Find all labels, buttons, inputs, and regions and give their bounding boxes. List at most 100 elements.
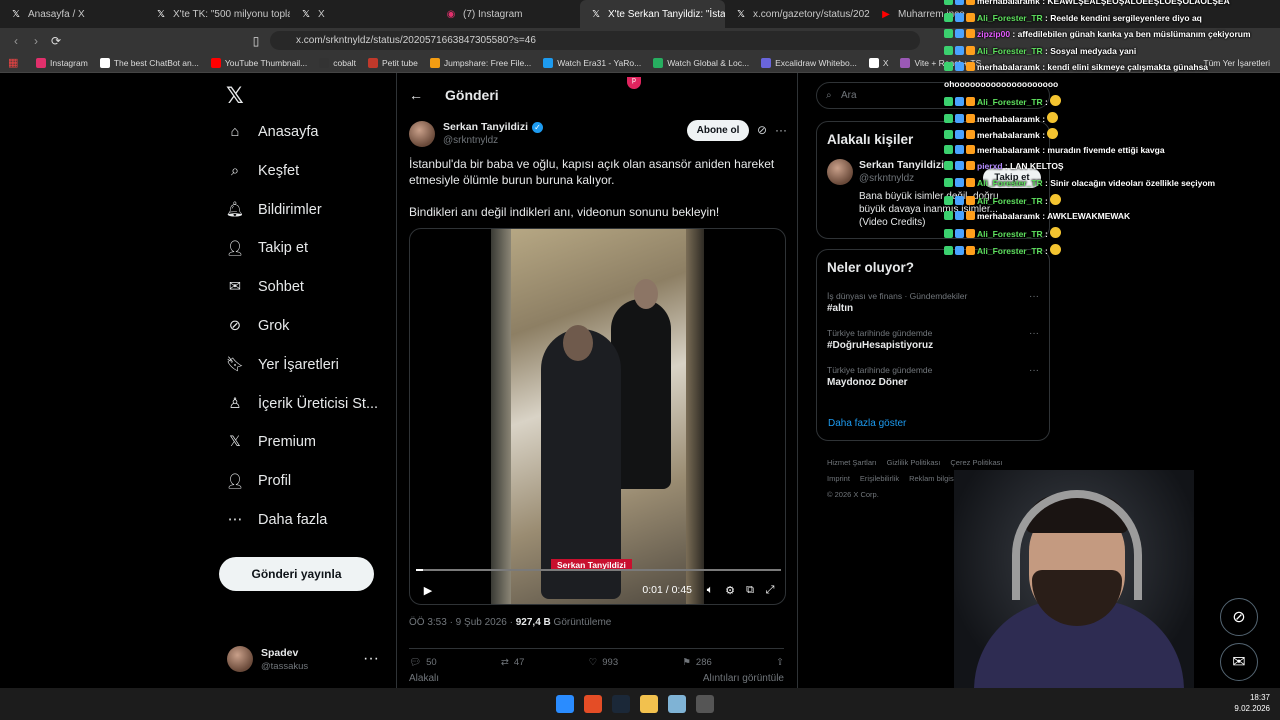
tab-title: (7) Instagram xyxy=(463,8,523,20)
footer-link[interactable]: Reklam bilgisi xyxy=(909,471,955,487)
sidebar-item[interactable]: 🔔︎ Bildirimler xyxy=(226,201,322,219)
like-button[interactable]: ♡ 993 xyxy=(589,657,618,668)
person-avatar[interactable] xyxy=(827,159,853,185)
browser-tab[interactable]: 𝕏x.com/gazetory/status/202028 xyxy=(725,0,870,28)
bookmark-item[interactable]: Watch Global & Loc... xyxy=(653,57,749,68)
x-logo-icon: 𝕏 xyxy=(11,8,21,20)
play-icon[interactable]: ▶ xyxy=(418,584,438,597)
trend-item[interactable]: Türkiye tarihinde gündemde Maydonoz Döner… xyxy=(827,365,1039,388)
timestamp-text[interactable]: ÖÖ 3:53 · 9 Şub 2026 · xyxy=(409,617,516,628)
forward-icon[interactable]: › xyxy=(26,34,46,48)
trend-item[interactable]: İş dünyası ve finans · Gündemdekiler #alt… xyxy=(827,291,1039,314)
subscribe-button[interactable]: Abone ol xyxy=(687,120,749,141)
author-avatar[interactable] xyxy=(409,121,435,147)
more-dots-icon[interactable]: ··· xyxy=(1029,328,1039,339)
more-dots-icon[interactable]: ··· xyxy=(775,123,787,137)
trend-item[interactable]: Türkiye tarihinde gündemde #DoğruHesapist… xyxy=(827,328,1039,351)
browser-tab[interactable]: 𝕏X'te Serkan Tanyildiz: "İsta✕ xyxy=(580,0,725,28)
sidebar-item[interactable]: ♙ İçerik Üreticisi St... xyxy=(226,395,379,413)
bookmark-item[interactable]: YouTube Thumbnail... xyxy=(210,57,307,68)
sidebar-item[interactable]: 🔖︎ Yer İşaretleri xyxy=(226,356,339,374)
grok-fab-icon[interactable]: ⊘ xyxy=(1220,598,1258,636)
page-title: Gönderi xyxy=(445,87,499,103)
bookmark-item[interactable]: Watch Era31 - YaRo... xyxy=(543,57,641,68)
bookmark-item[interactable]: X xyxy=(868,57,888,68)
bookmark-item[interactable]: Excalidraw Whitebo... xyxy=(761,57,857,68)
bookmark-item[interactable]: Instagram xyxy=(36,57,88,68)
chat-badge-icon xyxy=(966,97,975,106)
chat-badge-icon xyxy=(966,12,975,22)
sidebar-item-label: Yer İşaretleri xyxy=(258,356,339,373)
chat-badge-icon xyxy=(944,229,953,238)
footer-link[interactable]: Gizlilik Politikası xyxy=(887,455,941,471)
sidebar-item[interactable]: ⊘ Grok xyxy=(226,317,290,335)
sidebar-item[interactable]: 👤︎ Takip et xyxy=(226,239,308,257)
account-switcher[interactable]: Spadev @tassakus ··· xyxy=(227,641,387,677)
chat-badge-icon xyxy=(944,62,953,71)
video-frame[interactable]: Serkan Tanyildizi xyxy=(491,229,704,604)
browser-tab[interactable]: ◉ (7) Instagram xyxy=(435,0,580,28)
reply-button[interactable]: 💬︎ 50 xyxy=(409,657,437,668)
reload-icon[interactable]: ⟳ xyxy=(46,34,66,48)
app-icon[interactable] xyxy=(668,695,686,713)
repost-button[interactable]: ⇄ 47 xyxy=(501,657,525,668)
chat-badge-icon xyxy=(944,45,953,55)
bookmark-label: Petit tube xyxy=(381,57,418,68)
more-dots-icon[interactable]: ··· xyxy=(1029,291,1039,302)
chat-message: merhabalaramk : xyxy=(944,128,1060,140)
back-icon[interactable]: ‹ xyxy=(6,34,26,48)
steam-icon[interactable] xyxy=(612,695,630,713)
x-logo-icon[interactable]: 𝕏 xyxy=(226,83,244,109)
views-label: Görüntüleme xyxy=(550,617,612,628)
show-more-link[interactable]: Daha fazla göster xyxy=(828,418,906,429)
pip-icon[interactable]: ⧉ xyxy=(740,584,760,597)
repost-count: 47 xyxy=(513,657,525,668)
elevator-panel xyxy=(491,229,511,604)
quotes-link[interactable]: Alıntıları görüntüle xyxy=(703,673,784,684)
footer-link[interactable]: Çerez Politikası xyxy=(950,455,1002,471)
footer-link[interactable]: Hizmet Şartları xyxy=(827,455,877,471)
browser-tab[interactable]: 𝕏X xyxy=(290,0,435,28)
sidebar-item[interactable]: ⌕ Keşfet xyxy=(226,162,299,180)
footer-link[interactable]: Erişilebilirlik xyxy=(860,471,899,487)
video-progress-bar[interactable] xyxy=(416,569,781,571)
author-name[interactable]: Serkan Tanyildizi xyxy=(443,121,528,133)
brave-browser-icon[interactable] xyxy=(584,695,602,713)
apps-icon[interactable]: ▦ xyxy=(8,56,18,69)
messages-fab-icon[interactable]: ✉ xyxy=(1220,643,1258,681)
browser-tab[interactable]: 𝕏 Anasayfa / X xyxy=(0,0,145,28)
browser-tab[interactable]: 𝕏 X'te TK: "500 milyonu topladı ve xyxy=(145,0,290,28)
footer-link[interactable]: © 2026 X Corp. xyxy=(827,487,879,503)
chat-text: LAN KELTOŞ xyxy=(1010,161,1064,171)
url-field[interactable]: x.com/srkntnyldz/status/2020571663847305… xyxy=(270,31,920,50)
more-dots-icon[interactable]: ··· xyxy=(1029,365,1039,376)
more-dots-icon[interactable]: ··· xyxy=(363,650,379,668)
mute-icon[interactable]: 🔈︎ xyxy=(700,584,720,597)
bookmark-item[interactable]: The best ChatBot an... xyxy=(99,57,199,68)
windows-start-icon[interactable] xyxy=(556,695,574,713)
bookmark-button[interactable]: ⚑ 286 xyxy=(682,657,711,668)
chat-username: Ali_Forester_TR xyxy=(977,229,1043,239)
sidebar-item[interactable]: ⋯ Daha fazla xyxy=(226,511,328,529)
back-arrow-icon[interactable]: ← xyxy=(409,87,423,103)
file-explorer-icon[interactable] xyxy=(640,695,658,713)
bookmark-item[interactable]: Petit tube xyxy=(367,57,418,68)
video-player[interactable]: Serkan Tanyildizi ▶ 0:01 / 0:45 🔈︎ ⚙︎ ⧉ … xyxy=(409,228,786,605)
post-author[interactable]: Serkan Tanyildizi ✓ @srkntnyldz xyxy=(409,121,543,147)
post-button[interactable]: Gönderi yayınla xyxy=(219,557,374,591)
obs-icon[interactable] xyxy=(696,695,714,713)
related-dropdown[interactable]: Alakalı xyxy=(409,673,439,684)
grok-explain-icon[interactable]: ⊘ xyxy=(757,123,767,137)
bookmark-page-icon[interactable]: ▯ xyxy=(246,34,266,48)
sidebar-item[interactable]: ✉ Sohbet xyxy=(226,278,304,296)
bookmark-item[interactable]: Jumpshare: Free File... xyxy=(429,57,531,68)
settings-icon[interactable]: ⚙︎ xyxy=(720,584,740,597)
post-header: ← Gönderi xyxy=(409,87,499,103)
bookmark-item[interactable]: cobalt xyxy=(319,57,356,68)
footer-link[interactable]: Imprint xyxy=(827,471,850,487)
sidebar-item[interactable]: ⌂ Anasayfa xyxy=(226,123,319,141)
fullscreen-icon[interactable]: ⤢ xyxy=(760,584,780,597)
sidebar-item[interactable]: 𝕏 Premium xyxy=(226,433,316,451)
share-icon[interactable]: ⇪ xyxy=(776,657,784,668)
sidebar-item[interactable]: 👤︎ Profil xyxy=(226,472,291,490)
